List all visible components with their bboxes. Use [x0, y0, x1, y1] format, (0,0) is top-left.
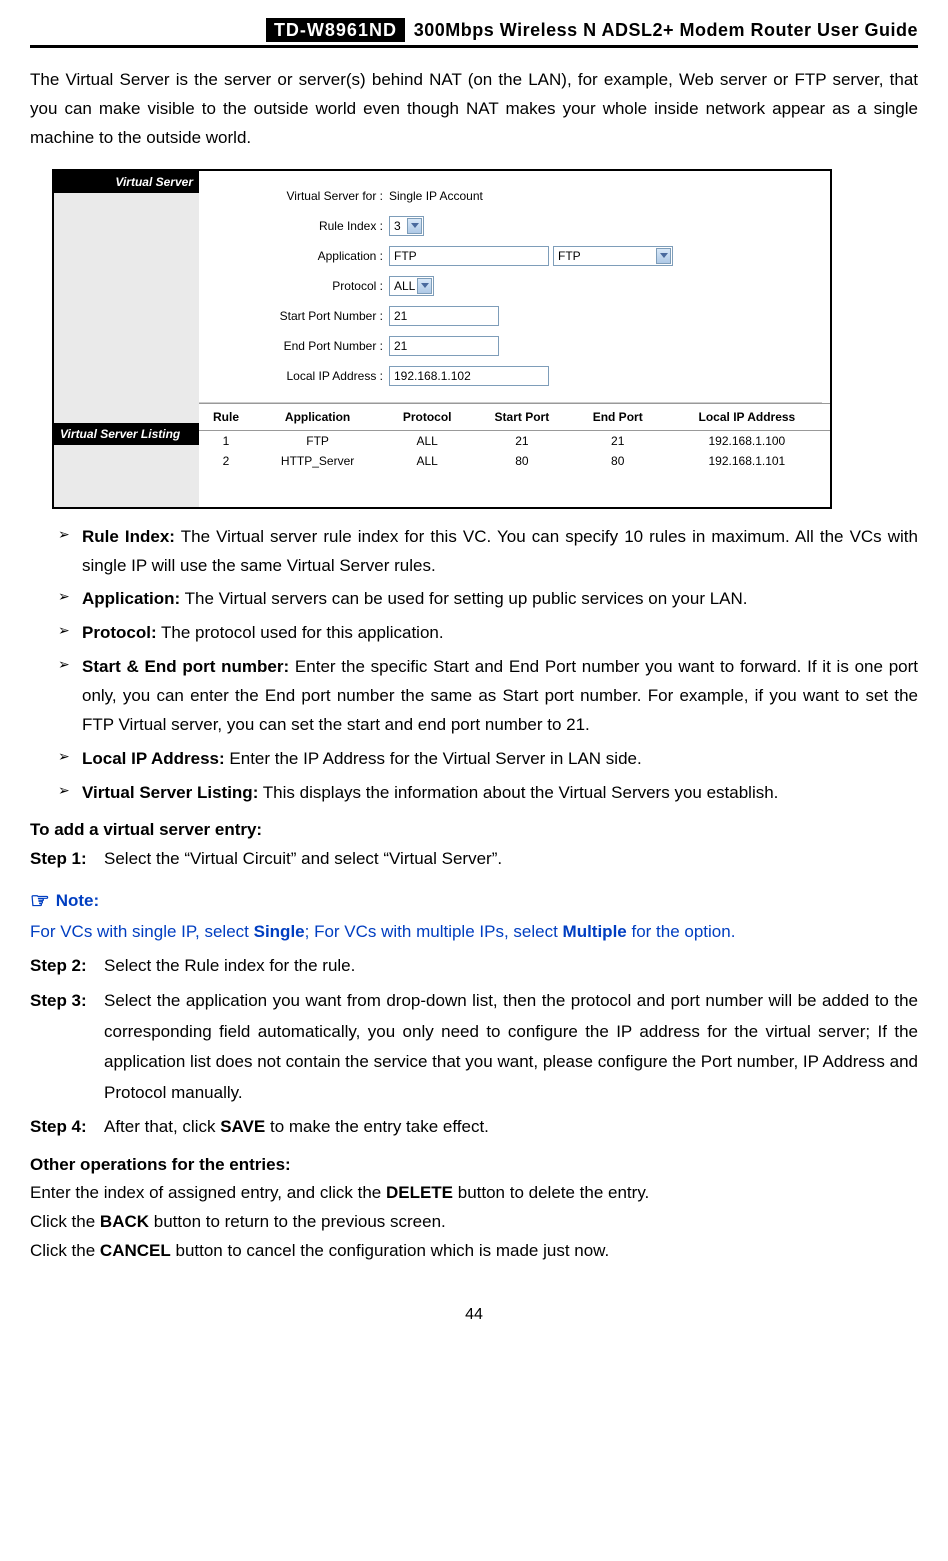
label-local-ip: Local IP Address : [199, 369, 389, 383]
definition-item: Protocol: The protocol used for this app… [58, 619, 918, 648]
other-op-line: Click the CANCEL button to cancel the co… [30, 1237, 918, 1266]
application-select[interactable]: FTP [553, 246, 673, 266]
table-row: 2HTTP_ServerALL8080192.168.1.101 [199, 451, 830, 471]
local-ip-input[interactable]: 192.168.1.102 [389, 366, 549, 386]
protocol-select[interactable]: ALL [389, 276, 434, 296]
sidebar-heading-2: Virtual Server Listing [54, 423, 199, 445]
step-item: Step 1:Select the “Virtual Circuit” and … [30, 844, 918, 875]
document-title: 300Mbps Wireless N ADSL2+ Modem Router U… [414, 20, 918, 40]
chevron-down-icon [417, 278, 432, 294]
rule-index-select[interactable]: 3 [389, 216, 424, 236]
definition-item: Local IP Address: Enter the IP Address f… [58, 745, 918, 774]
definition-item: Virtual Server Listing: This displays th… [58, 779, 918, 808]
table-header: Local IP Address [664, 403, 830, 430]
label-rule-index: Rule Index : [199, 219, 389, 233]
step-item: Step 4:After that, click SAVE to make th… [30, 1112, 918, 1143]
table-header: Protocol [382, 403, 472, 430]
definition-list: Rule Index: The Virtual server rule inde… [30, 523, 918, 808]
label-vs-for: Virtual Server for : [199, 189, 389, 203]
note-body: For VCs with single IP, select Single; F… [30, 918, 918, 945]
virtual-server-listing-table: RuleApplicationProtocolStart PortEnd Por… [199, 403, 830, 471]
chevron-down-icon [407, 218, 422, 234]
label-start-port: Start Port Number : [199, 309, 389, 323]
label-protocol: Protocol : [199, 279, 389, 293]
table-header: Application [253, 403, 382, 430]
pointing-hand-icon: ☞ [30, 888, 50, 913]
definition-item: Application: The Virtual servers can be … [58, 585, 918, 614]
other-operations-heading: Other operations for the entries: [30, 1155, 918, 1175]
virtual-server-screenshot: Virtual Server Virtual Server Listing Vi… [52, 169, 832, 509]
end-port-input[interactable]: 21 [389, 336, 499, 356]
step-item: Step 3:Select the application you want f… [30, 986, 918, 1108]
step-item: Step 2:Select the Rule index for the rul… [30, 951, 918, 982]
table-header: End Port [572, 403, 664, 430]
label-end-port: End Port Number : [199, 339, 389, 353]
document-header: TD-W8961ND 300Mbps Wireless N ADSL2+ Mod… [30, 20, 918, 48]
intro-paragraph: The Virtual Server is the server or serv… [30, 66, 918, 153]
definition-item: Start & End port number: Enter the speci… [58, 653, 918, 740]
value-vs-for: Single IP Account [389, 189, 483, 203]
start-port-input[interactable]: 21 [389, 306, 499, 326]
sidebar-heading-1: Virtual Server [54, 171, 199, 193]
other-op-line: Enter the index of assigned entry, and c… [30, 1179, 918, 1208]
model-badge: TD-W8961ND [266, 18, 405, 42]
definition-item: Rule Index: The Virtual server rule inde… [58, 523, 918, 581]
other-op-line: Click the BACK button to return to the p… [30, 1208, 918, 1237]
chevron-down-icon [656, 248, 671, 264]
table-header: Start Port [472, 403, 572, 430]
label-application: Application : [199, 249, 389, 263]
application-input[interactable]: FTP [389, 246, 549, 266]
table-header: Rule [199, 403, 253, 430]
note-heading: ☞Note: [30, 888, 918, 914]
table-row: 1FTPALL2121192.168.1.100 [199, 430, 830, 451]
page-number: 44 [30, 1306, 918, 1324]
add-entry-heading: To add a virtual server entry: [30, 820, 918, 840]
